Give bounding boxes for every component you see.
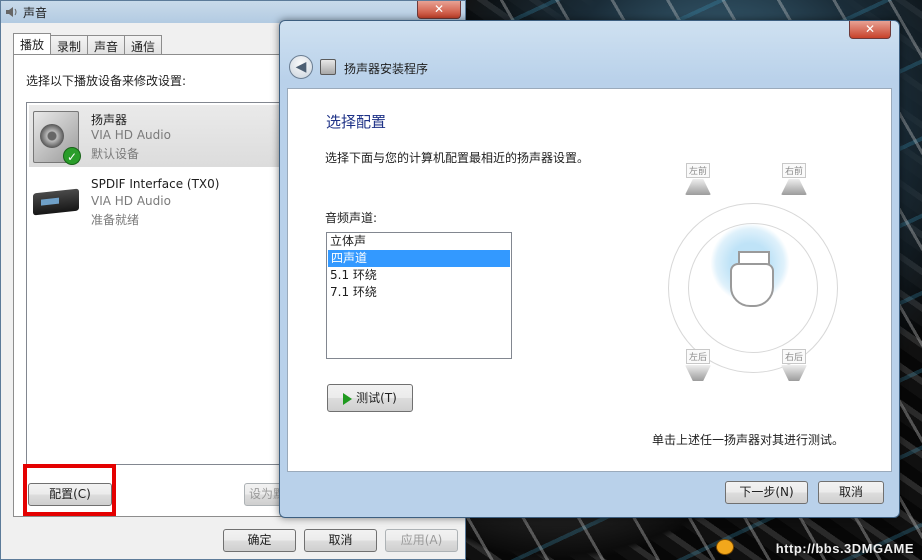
speaker-icon (685, 179, 711, 195)
speaker-setup-icon (320, 59, 336, 75)
speaker-label: 右前 (781, 163, 806, 178)
logo-icon (716, 539, 734, 555)
cancel-button[interactable]: 取消 (304, 529, 377, 552)
page-description: 选择下面与您的计算机配置最相近的扬声器设置。 (325, 151, 590, 165)
page-heading: 选择配置 (326, 113, 387, 131)
close-icon[interactable]: ✕ (417, 1, 461, 19)
speaker-front-left[interactable]: 左前 (684, 163, 712, 195)
speaker-front-right[interactable]: 右前 (780, 163, 808, 195)
test-label: 测试(T) (356, 391, 397, 405)
speaker-icon (781, 365, 807, 381)
device-name: 扬声器 (91, 113, 128, 127)
device-status: 默认设备 (91, 147, 140, 161)
listener-icon (730, 263, 774, 307)
speaker-icon (6, 7, 17, 17)
play-icon (343, 392, 353, 405)
channel-option[interactable]: 7.1 环绕 (327, 284, 511, 301)
speaker-icon (781, 179, 807, 195)
back-arrow-icon[interactable]: ◀ (289, 55, 313, 79)
next-button[interactable]: 下一步(N) (725, 481, 808, 504)
test-hint: 单击上述任一扬声器对其进行测试。 (652, 433, 845, 447)
apply-button[interactable]: 应用(A) (385, 529, 458, 552)
channel-label: 音频声道: (325, 211, 378, 225)
device-status: 准备就绪 (91, 213, 140, 227)
test-button[interactable]: 测试(T) (327, 384, 413, 412)
speaker-label: 左前 (685, 163, 710, 178)
highlight-box (23, 464, 116, 516)
speaker-rear-right[interactable]: 右后 (780, 349, 808, 381)
default-check-icon: ✓ (63, 147, 81, 165)
channel-option-selected[interactable]: 四声道 (328, 250, 510, 267)
speaker-label: 左后 (685, 349, 710, 364)
speaker-setup-dialog: ✕ ◀ 扬声器安装程序 选择配置 选择下面与您的计算机配置最相近的扬声器设置。 … (279, 20, 900, 518)
speaker-rear-left[interactable]: 左后 (684, 349, 712, 381)
device-name: SPDIF Interface (TX0) (91, 177, 220, 191)
device-driver: VIA HD Audio (91, 194, 171, 208)
tab-playback[interactable]: 播放 (13, 33, 52, 54)
wizard-cancel-button[interactable]: 取消 (818, 481, 884, 504)
speaker-label: 右后 (781, 349, 806, 364)
wizard-title: 扬声器安装程序 (344, 62, 429, 76)
watermark: http://bbs.3DMGAME (775, 541, 914, 556)
speaker-diagram: 左前 右前 左后 右后 (660, 163, 845, 393)
ok-button[interactable]: 确定 (223, 529, 296, 552)
close-icon[interactable]: ✕ (849, 21, 891, 39)
channel-list[interactable]: 立体声 四声道 5.1 环绕 7.1 环绕 (326, 232, 512, 359)
tab-recording[interactable]: 录制 (50, 35, 89, 54)
speaker-icon (685, 365, 711, 381)
wizard-body: 选择配置 选择下面与您的计算机配置最相近的扬声器设置。 音频声道: 立体声 四声… (287, 88, 892, 472)
device-driver: VIA HD Audio (91, 128, 171, 142)
spdif-device-icon (33, 188, 79, 216)
tab-communications[interactable]: 通信 (124, 35, 163, 54)
tab-sounds[interactable]: 声音 (87, 35, 126, 54)
sound-tabs: 播放 录制 声音 通信 (13, 33, 163, 54)
channel-option[interactable]: 5.1 环绕 (327, 267, 511, 284)
instruction-text: 选择以下播放设备来修改设置: (26, 74, 187, 88)
channel-option[interactable]: 立体声 (327, 233, 511, 250)
sound-title: 声音 (23, 6, 48, 20)
